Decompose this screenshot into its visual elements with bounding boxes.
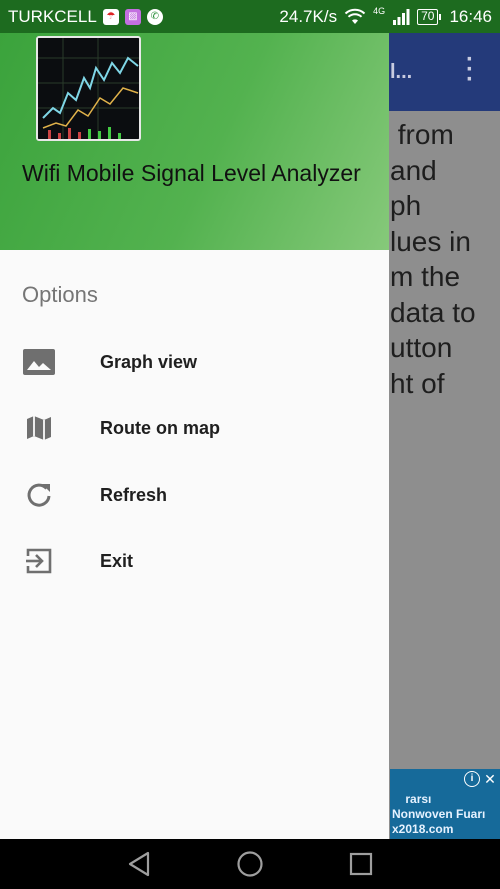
network-type: 4G [373, 5, 386, 16]
refresh-icon [22, 478, 56, 512]
app-subtitle-cropped [90, 223, 210, 227]
battery-indicator: 70 [417, 8, 442, 25]
carrier-label: TURKCELL [8, 6, 97, 26]
recents-square-icon [349, 852, 373, 876]
app-logo [36, 36, 141, 141]
wifi-icon [344, 8, 366, 24]
gallery-icon: ▨ [124, 8, 141, 25]
signal-icon [393, 8, 410, 25]
umbrella-icon: ☂ [102, 8, 119, 25]
menu-item-label: Route on map [100, 417, 220, 438]
background-text-line: utton [390, 332, 453, 363]
drawer-header: Wifi Mobile Signal Level Analyzer [0, 33, 389, 250]
menu-item-label: Exit [100, 550, 134, 571]
ad-close-icon[interactable]: ✕ [482, 771, 498, 787]
background-text-line: ht of [390, 367, 445, 399]
back-button[interactable] [121, 847, 157, 881]
background-text-line: and [390, 154, 437, 186]
home-circle-icon [237, 851, 263, 877]
map-icon [22, 411, 56, 445]
background-text-line: from [390, 119, 454, 150]
menu-item-graph-view[interactable]: Graph view [0, 329, 389, 395]
background-text-line: m the [390, 261, 461, 292]
menu-item-route-on-map[interactable]: Route on map [0, 395, 389, 461]
status-bar: TURKCELL ☂ ▨ ✆ 24.7K/s 4G 70 16:46 [0, 0, 500, 33]
navigation-drawer: Wifi Mobile Signal Level Analyzer Option… [0, 33, 389, 839]
whatsapp-icon: ✆ [146, 8, 163, 25]
ad-banner[interactable]: rarsı Nonwoven Fuarı x2018.com i ✕ [390, 769, 500, 839]
background-text-line: ph [390, 190, 422, 221]
menu-item-exit[interactable]: Exit [0, 528, 389, 594]
menu-item-label: Graph view [100, 351, 198, 372]
menu-item-label: Refresh [100, 484, 168, 505]
system-nav-bar [0, 839, 500, 889]
menu-item-refresh[interactable]: Refresh [0, 462, 389, 528]
app-name: Wifi Mobile Signal Level Analyzer [22, 160, 361, 186]
background-text-line: data to [390, 296, 476, 328]
background-text-line: lues in [390, 225, 471, 257]
overflow-menu-icon[interactable]: · · · [460, 48, 480, 92]
toolbar-title: l... [390, 61, 413, 83]
exit-icon [22, 544, 56, 578]
ad-info-icon[interactable]: i [464, 771, 480, 787]
background-body-text: from and ph lues in m the data to utton ht of [390, 117, 500, 401]
home-button[interactable] [232, 847, 268, 881]
image-icon [22, 345, 56, 379]
options-section-title: Options [22, 282, 98, 307]
back-triangle-icon [128, 851, 150, 877]
ad-text: rarsı Nonwoven Fuarı x2018.com [392, 792, 486, 836]
clock: 16:46 [449, 6, 492, 26]
recents-button[interactable] [343, 847, 379, 881]
net-speed: 24.7K/s [279, 6, 338, 26]
